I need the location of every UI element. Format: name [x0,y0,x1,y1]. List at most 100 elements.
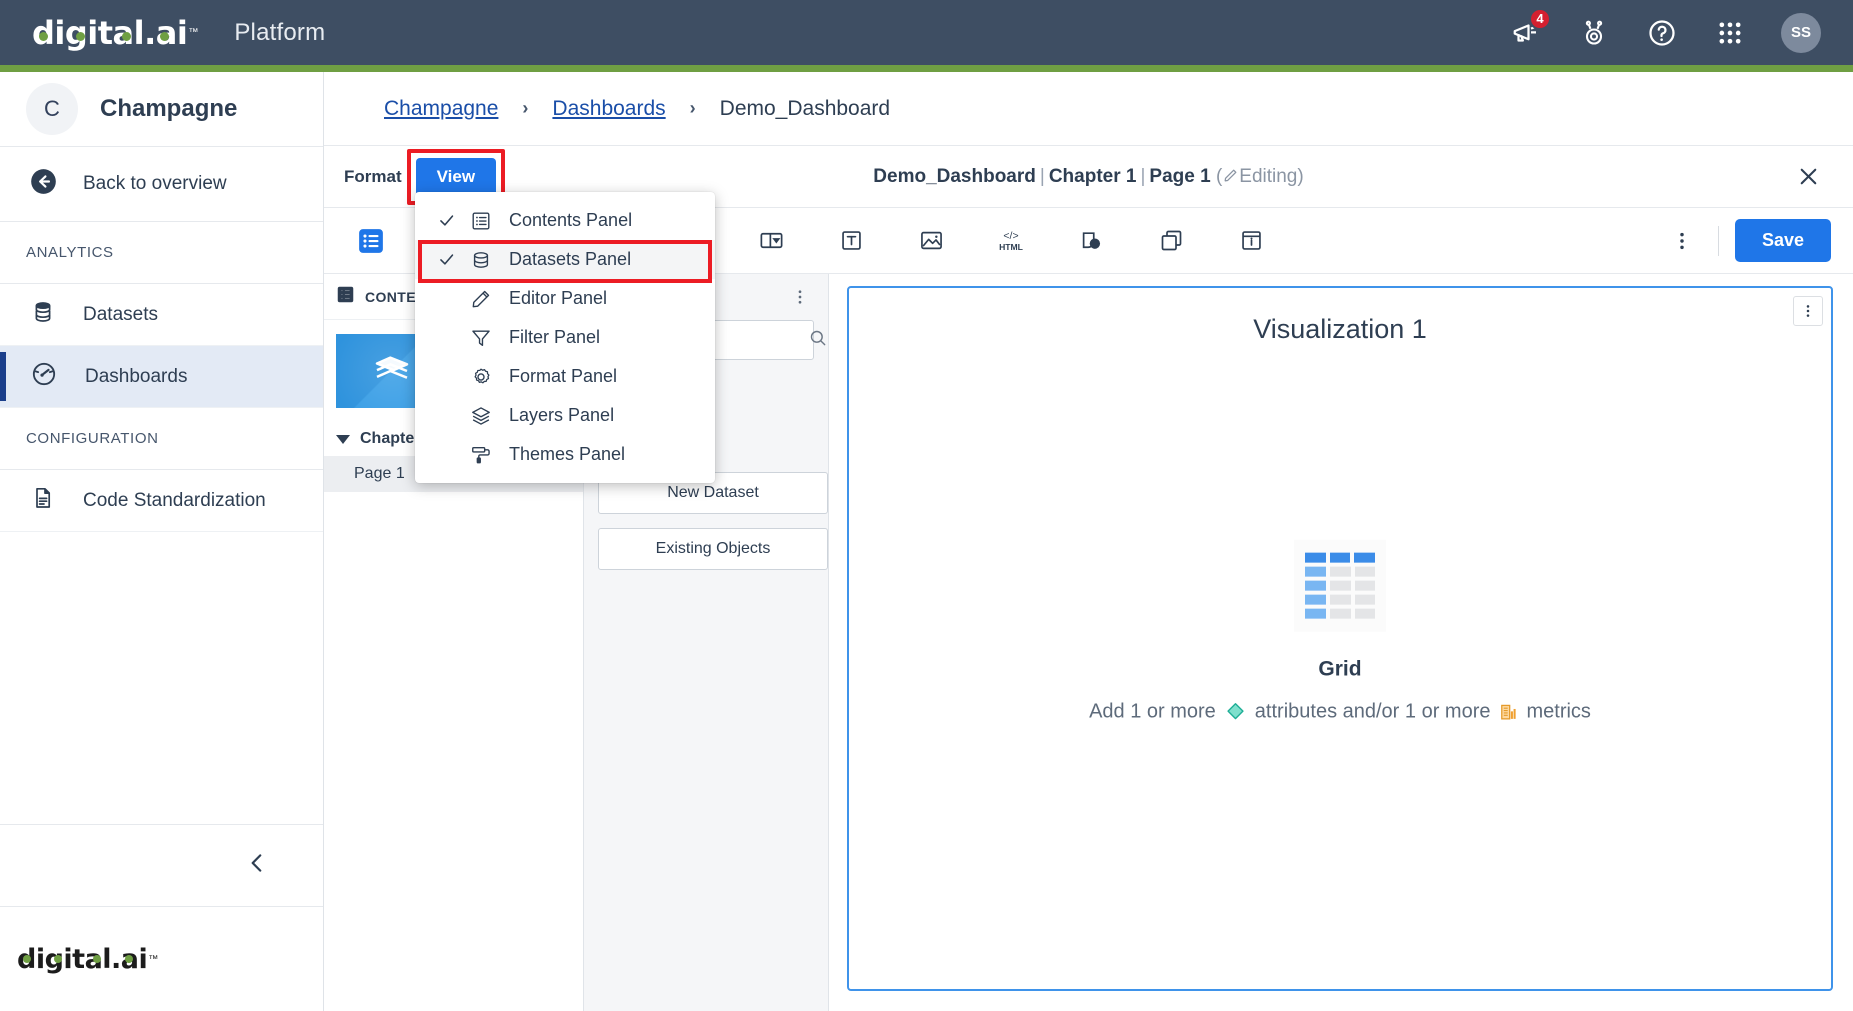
format-menu-label[interactable]: Format [344,167,402,187]
back-to-overview-label: Back to overview [83,173,227,194]
footer-logo-dot-2 [54,955,62,963]
insert-html-button[interactable]: </> HTML [982,218,1040,264]
grid-cell [1354,608,1375,619]
footer-logo-dot-1 [23,955,31,963]
visualization-container[interactable]: Visualization 1 Grid Add 1 or more attri… [847,286,1833,991]
menu-item-editor-panel[interactable]: Editor Panel [415,279,715,318]
help-icon[interactable] [1645,16,1679,50]
logo-dot-3 [122,31,131,41]
announcements-icon[interactable]: 4 [1509,7,1551,50]
title-pipe-1: | [1039,165,1045,187]
grid-cell [1305,594,1326,605]
view-dropdown-menu: Contents Panel Datasets Panel Editor Pan… [415,192,715,483]
grid-cell [1354,580,1375,591]
logo-dot-1 [39,31,48,41]
grid-icon-row [1305,566,1375,577]
breadcrumb-item-champagne[interactable]: Champagne [384,97,498,121]
digital-ai-logo[interactable]: digital.ai ™ [32,16,198,50]
insert-image-button[interactable] [902,218,960,264]
insert-panel-stack-button[interactable] [742,218,800,264]
brand-accent-line [0,65,1853,72]
editing-status: (Editing) [1216,166,1304,187]
existing-objects-button[interactable]: Existing Objects [598,528,828,570]
menu-item-datasets-panel-wrapper: Datasets Panel [415,240,715,283]
breadcrumb-item-dashboards[interactable]: Dashboards [552,97,665,121]
menu-item-datasets-panel[interactable]: Datasets Panel [415,240,715,279]
sidebar-item-code-standardization[interactable]: Code Standardization [0,470,323,532]
editor-pencil-icon [463,288,499,310]
edit-pencil-icon [1222,166,1239,187]
grid-cell [1305,580,1326,591]
menu-item-layers-panel[interactable]: Layers Panel [415,396,715,435]
toolbar-separator-3 [1717,225,1719,256]
collapse-sidebar-button[interactable] [0,824,323,906]
toolbar-more-icon[interactable] [1662,221,1702,261]
datasets-panel-icon [463,249,499,271]
menu-item-datasets-panel-label: Datasets Panel [509,249,632,269]
dashboard-canvas: Visualization 1 Grid Add 1 or more attri… [829,274,1853,1011]
menu-item-format-panel[interactable]: Format Panel [415,357,715,396]
close-icon[interactable] [1791,160,1825,194]
toolbar-right-group: Save [1662,219,1831,262]
chevron-left-icon [244,850,270,881]
hint-prefix: Add 1 or more [1089,700,1216,723]
sidebar-footer: digital.ai ™ [0,906,323,1011]
grid-cell [1305,608,1326,619]
editor-title-page: Page 1 [1149,165,1211,187]
metric-bars-icon [1499,700,1518,723]
view-menu-button[interactable]: View [415,157,497,196]
breadcrumb: Champagne › Dashboards › Demo_Dashboard [324,72,1853,146]
workspace-header: C Champagne [0,72,323,147]
menu-item-contents-panel[interactable]: Contents Panel [415,201,715,240]
menu-item-editor-panel-label: Editor Panel [509,288,608,308]
contents-panel-icon [463,210,499,232]
menu-item-themes-panel-label: Themes Panel [509,444,626,464]
visualization-type-label: Grid [1318,657,1362,681]
datasets-panel-more-icon[interactable] [780,277,820,317]
themes-roller-icon [463,444,499,466]
grid-cell [1330,580,1351,591]
sidebar-item-dashboards[interactable]: Dashboards [0,346,323,408]
app-root: digital.ai ™ Platform 4 SS C Champagne B… [0,0,1853,1011]
contents-panel-toggle[interactable] [342,218,400,264]
visualization-title: Visualization 1 [1253,314,1427,344]
duplicate-button[interactable] [1142,218,1200,264]
sidebar-section-analytics: ANALYTICS [0,222,323,284]
check-icon [429,250,463,269]
sidebar-item-dashboards-label: Dashboards [85,365,188,387]
editor-title-chapter: Chapter 1 [1048,165,1137,187]
check-icon [429,211,463,230]
title-pipe-2: | [1140,165,1146,187]
filter-funnel-icon [463,327,499,349]
editor-title: Demo_Dashboard | Chapter 1 | Page 1 (Editing… [324,166,1853,188]
grid-cell [1305,566,1326,577]
attribute-diamond-icon [1225,700,1246,723]
workspace-avatar: C [26,83,78,135]
grid-icon-row [1305,580,1375,591]
whats-new-icon[interactable] [1577,16,1611,50]
back-to-overview-button[interactable]: Back to overview [0,147,323,222]
view-menu-wrapper: View [406,148,506,205]
visualization-more-icon[interactable] [1793,296,1823,326]
info-button[interactable] [1222,218,1280,264]
sidebar-item-datasets[interactable]: Datasets [0,284,323,346]
insert-shape-button[interactable] [1062,218,1120,264]
user-avatar[interactable]: SS [1781,12,1821,53]
visualization-placeholder: Grid Add 1 or more attributes and/or 1 o… [849,539,1831,723]
menu-item-themes-panel[interactable]: Themes Panel [415,435,715,474]
sidebar-item-code-standardization-label: Code Standardization [83,489,266,511]
format-gear-icon [463,366,499,388]
hint-attributes: attributes and/or 1 or more [1254,700,1491,723]
layers-icon [463,405,499,427]
save-button[interactable]: Save [1734,219,1831,262]
product-title: Platform [234,18,326,46]
app-switcher-icon[interactable] [1713,16,1747,50]
contents-list-icon [336,285,355,309]
logo-dot-4 [160,31,169,41]
insert-text-button[interactable] [822,218,880,264]
document-icon [31,486,55,515]
hint-metrics: metrics [1526,700,1591,723]
visualization-hint: Add 1 or more attributes and/or 1 or mor… [1089,700,1591,723]
footer-logo-dot-3 [93,955,101,963]
menu-item-filter-panel[interactable]: Filter Panel [415,318,715,357]
